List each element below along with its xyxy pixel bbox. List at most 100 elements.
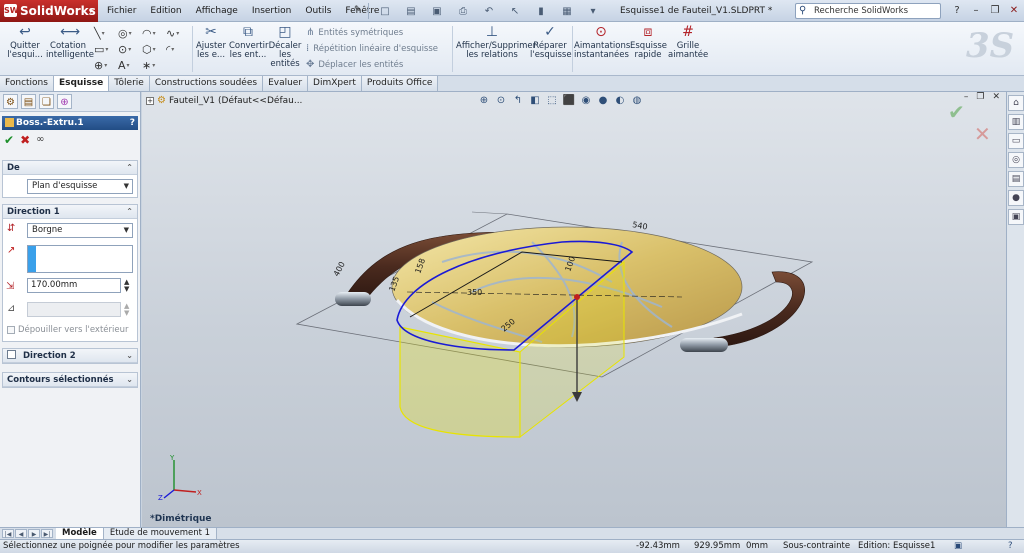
model-viewport[interactable]: 540 400 135 158 100 350 250 (142, 92, 1006, 527)
help-icon[interactable]: ? (950, 3, 964, 18)
quit-sketch-button[interactable]: ↩ Quitter l'esqui... (6, 24, 44, 60)
tab-constructions-soudees[interactable]: Constructions soudées (149, 76, 264, 91)
close-icon[interactable]: ✕ (1007, 3, 1021, 18)
options-icon[interactable]: ▦ (556, 3, 578, 19)
save-icon[interactable]: ▣ (426, 3, 448, 19)
open-icon[interactable]: ▤ (400, 3, 422, 19)
customize-icon[interactable]: ▾ (582, 3, 604, 19)
polygon-tool-icon[interactable]: ⬡ ▾ (142, 43, 166, 56)
quit-sketch-label: Quitter l'esqui... (7, 41, 43, 60)
feature-manager-tab-icon[interactable]: ⚙ (3, 94, 18, 109)
end-condition-select[interactable]: Borgne ▼ (27, 223, 133, 238)
title-bar: SW SolidWorks ▸ Fichier Edition Affichag… (0, 0, 1024, 22)
restore-icon[interactable]: ❐ (988, 3, 1002, 18)
menu-edition[interactable]: Edition (143, 0, 188, 22)
direction2-checkbox[interactable] (7, 350, 16, 359)
tab-fonctions[interactable]: Fonctions (0, 76, 54, 91)
selection-highlight (28, 246, 36, 272)
line-tool-icon[interactable]: ╲ ▾ (94, 27, 118, 40)
circle-tool-icon[interactable]: ◎ ▾ (118, 27, 142, 40)
cancel-button[interactable]: ✖ (20, 133, 30, 147)
arc-tool-icon[interactable]: ◠ ▾ (142, 27, 166, 40)
instant-snaps-button[interactable]: ⊙ Aimantations instantanées (574, 24, 630, 60)
dimxpert-manager-tab-icon[interactable]: ⊕ (57, 94, 72, 109)
tab-evaluer[interactable]: Evaluer (263, 76, 309, 91)
tab-dimxpert[interactable]: DimXpert (308, 76, 362, 91)
dim-350[interactable]: 350 (467, 288, 482, 297)
direction2-label: Direction 2 (22, 351, 76, 361)
start-condition-select[interactable]: Plan d'esquisse ▼ (27, 179, 133, 194)
menu-outils[interactable]: Outils (298, 0, 338, 22)
move-entities-button[interactable]: ✥ Déplacer les entités (306, 57, 403, 73)
construction-tool-icon[interactable]: ⊕ ▾ (94, 59, 118, 72)
view-orientation-label: *Dimétrique (150, 514, 212, 524)
spline-tool-icon[interactable]: ∿ ▾ (166, 27, 190, 40)
quick-sketch-button[interactable]: ⧈ Esquisse rapide (630, 24, 667, 60)
search-input[interactable]: ⚲ Recherche SolidWorks (795, 3, 941, 19)
rebuild-icon[interactable]: ▮ (530, 3, 552, 19)
dim-400[interactable]: 400 (332, 260, 347, 278)
ok-button[interactable]: ✔ (4, 133, 14, 147)
new-document-icon[interactable]: □ (374, 3, 396, 19)
direction2-header[interactable]: Direction 2 ⌄ (3, 349, 137, 363)
point-tool-icon[interactable]: ∗ ▾ (142, 59, 166, 72)
custom-properties-icon[interactable]: ▣ (1008, 209, 1024, 225)
tab-tolerie[interactable]: Tôlerie (109, 76, 150, 91)
menu-affichage[interactable]: Affichage (189, 0, 245, 22)
repair-sketch-button[interactable]: ✓ Réparer l'esquisse (530, 24, 572, 60)
file-explorer-icon[interactable]: ▭ (1008, 133, 1024, 149)
tab-esquisse[interactable]: Esquisse (53, 76, 110, 91)
depth-input[interactable]: 170.00mm (27, 278, 121, 293)
direction-selection-box[interactable] (27, 245, 133, 273)
property-manager-tab-icon[interactable]: ▤ (21, 94, 36, 109)
rebuild-status-icon[interactable]: ▣ (954, 540, 962, 553)
snap-grid-button[interactable]: # Grille aimantée (668, 24, 708, 60)
view-palette-icon[interactable]: ▤ (1008, 171, 1024, 187)
linear-pattern-button[interactable]: ⁞ Répétition linéaire d'esquisse (306, 41, 438, 57)
select-icon[interactable]: ↖ (504, 3, 526, 19)
help-button[interactable]: ? (130, 116, 135, 130)
detailed-preview-button[interactable]: ∞ (36, 133, 44, 147)
offset-entities-button[interactable]: ◰ Décaler les entités (268, 24, 302, 69)
graphics-area[interactable]: + ⚙ Fauteil_V1 (Défaut<<Défau... ⊕ ⊙ ↰ ◧… (142, 92, 1006, 527)
mirror-entities-button[interactable]: ⋔ Entités symétriques (306, 25, 403, 41)
help-status-icon[interactable]: ? (1008, 540, 1013, 553)
depth-down-icon[interactable]: ▼ (124, 286, 129, 293)
tab-motion-study[interactable]: Etude de mouvement 1 (103, 528, 218, 539)
pin-menu-icon[interactable]: ✎ (354, 5, 362, 15)
menu-fichier[interactable]: Fichier (100, 0, 143, 22)
rectangle-tool-icon[interactable]: ▭ ▾ (94, 43, 118, 56)
last-tab-icon[interactable]: ▶| (41, 529, 53, 538)
direction1-header[interactable]: Direction 1 ⌃ (3, 205, 137, 219)
minimize-icon[interactable]: – (969, 3, 983, 18)
prev-tab-icon[interactable]: ◀ (15, 529, 27, 538)
draft-icon[interactable]: ⊿ (7, 303, 15, 314)
next-tab-icon[interactable]: ▶ (28, 529, 40, 538)
solidworks-menu-button[interactable]: SW SolidWorks ▸ (0, 0, 98, 22)
smart-dimension-button[interactable]: ⟷ Cotation intelligente (46, 24, 94, 60)
configuration-manager-tab-icon[interactable]: ❏ (39, 94, 54, 109)
resources-icon[interactable]: ⌂ (1008, 95, 1024, 111)
first-tab-icon[interactable]: |◀ (2, 529, 14, 538)
slot-tool-icon[interactable]: ⊙ ▾ (118, 43, 142, 56)
fillet-tool-icon[interactable]: ◜ ▾ (166, 43, 190, 56)
trim-button[interactable]: ✂ Ajuster les e... (194, 24, 228, 60)
text-tool-icon[interactable]: A ▾ (118, 59, 142, 72)
appearances-icon[interactable]: ● (1008, 190, 1024, 206)
dim-540[interactable]: 540 (632, 220, 649, 232)
from-group-header[interactable]: De ⌃ (3, 161, 137, 175)
convert-entities-button[interactable]: ⧉ Convertir les ent... (229, 24, 268, 60)
tab-modele[interactable]: Modèle (56, 528, 104, 539)
print-icon[interactable]: ⎙ (452, 3, 474, 19)
display-relations-button[interactable]: ⊥ Afficher/Supprimer les relations (456, 24, 536, 60)
draft-outward-label: Dépouiller vers l'extérieur (18, 325, 129, 335)
undo-icon[interactable]: ↶ (478, 3, 500, 19)
selected-contours-header[interactable]: Contours sélectionnés ⌄ (3, 373, 137, 387)
menu-insertion[interactable]: Insertion (245, 0, 299, 22)
design-library-icon[interactable]: ▥ (1008, 114, 1024, 130)
tab-produits-office[interactable]: Produits Office (361, 76, 439, 91)
draft-outward-checkbox: Dépouiller vers l'extérieur (7, 325, 129, 335)
reverse-direction-icon[interactable]: ⇵ (7, 223, 15, 234)
svg-text:Y: Y (169, 454, 175, 462)
search-results-icon[interactable]: ◎ (1008, 152, 1024, 168)
